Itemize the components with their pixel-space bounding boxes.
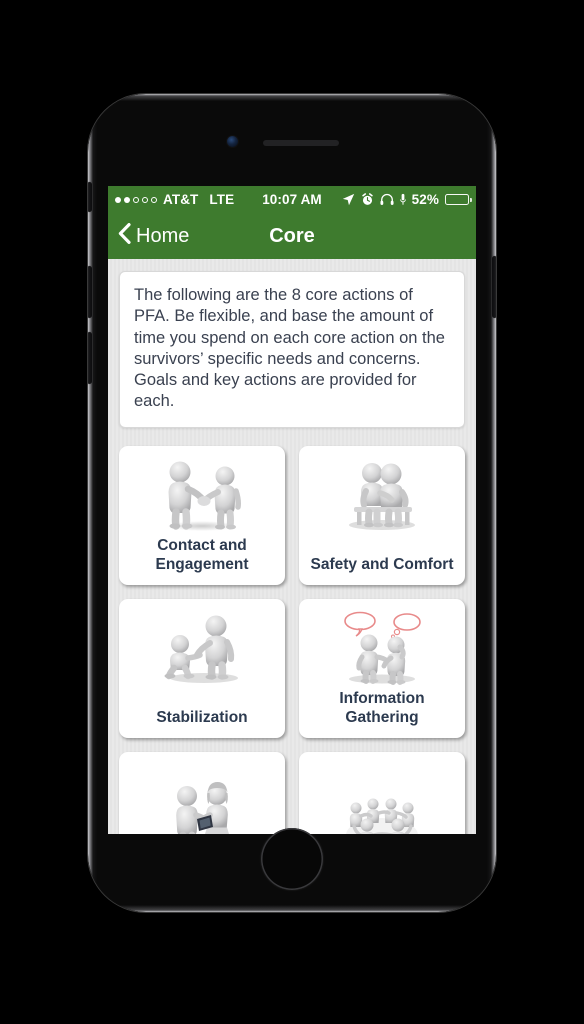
back-button[interactable]: Home xyxy=(118,223,189,249)
network-type: LTE xyxy=(209,192,235,207)
back-chevron-icon xyxy=(118,223,131,249)
volume-down-button[interactable] xyxy=(88,332,92,384)
tile-stabilization[interactable]: Stabilization xyxy=(119,598,285,738)
battery-percentage: 52% xyxy=(411,192,439,207)
navigation-bar: Home Core xyxy=(108,213,476,259)
tile-information-gathering[interactable]: Information Gathering xyxy=(299,598,465,738)
tile-label: Stabilization xyxy=(156,708,248,726)
status-bar-left: AT&T LTE xyxy=(115,192,234,207)
back-button-label: Home xyxy=(136,224,190,247)
intro-card: The following are the 8 core actions of … xyxy=(119,271,465,428)
phone-screen: AT&T LTE 10:07 AM 52% Home Core The foll… xyxy=(108,186,476,834)
tile-label: Safety and Comfort xyxy=(310,555,454,573)
intro-text: The following are the 8 core actions of … xyxy=(134,286,445,411)
phone-device-frame: AT&T LTE 10:07 AM 52% Home Core The foll… xyxy=(88,94,496,912)
alarm-clock-icon xyxy=(361,193,374,206)
circle-of-figures-icon xyxy=(305,762,459,834)
tile-partial-group-circle[interactable] xyxy=(299,751,465,834)
core-actions-grid: Contact and Engagement Safety and Comfor… xyxy=(119,445,465,834)
location-arrow-icon xyxy=(342,193,355,206)
status-bar: AT&T LTE 10:07 AM 52% xyxy=(108,186,476,213)
power-button[interactable] xyxy=(492,256,496,318)
helping-kneeling-figure-icon xyxy=(125,609,279,687)
front-camera-icon xyxy=(227,136,238,147)
battery-icon xyxy=(445,194,472,205)
status-bar-right: 52% xyxy=(342,192,472,207)
tile-safety-and-comfort[interactable]: Safety and Comfort xyxy=(299,445,465,585)
headphones-icon xyxy=(380,193,394,206)
scroll-content[interactable]: The following are the 8 core actions of … xyxy=(108,259,476,834)
microphone-icon xyxy=(399,193,406,206)
tile-partial-clipboard[interactable] xyxy=(119,751,285,834)
tile-label: Information Gathering xyxy=(339,689,425,726)
tile-contact-and-engagement[interactable]: Contact and Engagement xyxy=(119,445,285,585)
mute-switch-button[interactable] xyxy=(88,182,92,212)
home-button[interactable] xyxy=(261,828,323,890)
speech-bubble-figures-icon xyxy=(305,609,459,687)
carrier-name: AT&T xyxy=(163,192,199,207)
figures-with-clipboard-icon xyxy=(125,762,279,834)
tile-label: Contact and Engagement xyxy=(155,536,249,573)
seated-figures-bench-icon xyxy=(305,456,459,534)
volume-up-button[interactable] xyxy=(88,266,92,318)
signal-strength-icon xyxy=(115,196,157,203)
earpiece-speaker-icon xyxy=(263,140,339,146)
handshake-figures-icon xyxy=(125,456,279,534)
